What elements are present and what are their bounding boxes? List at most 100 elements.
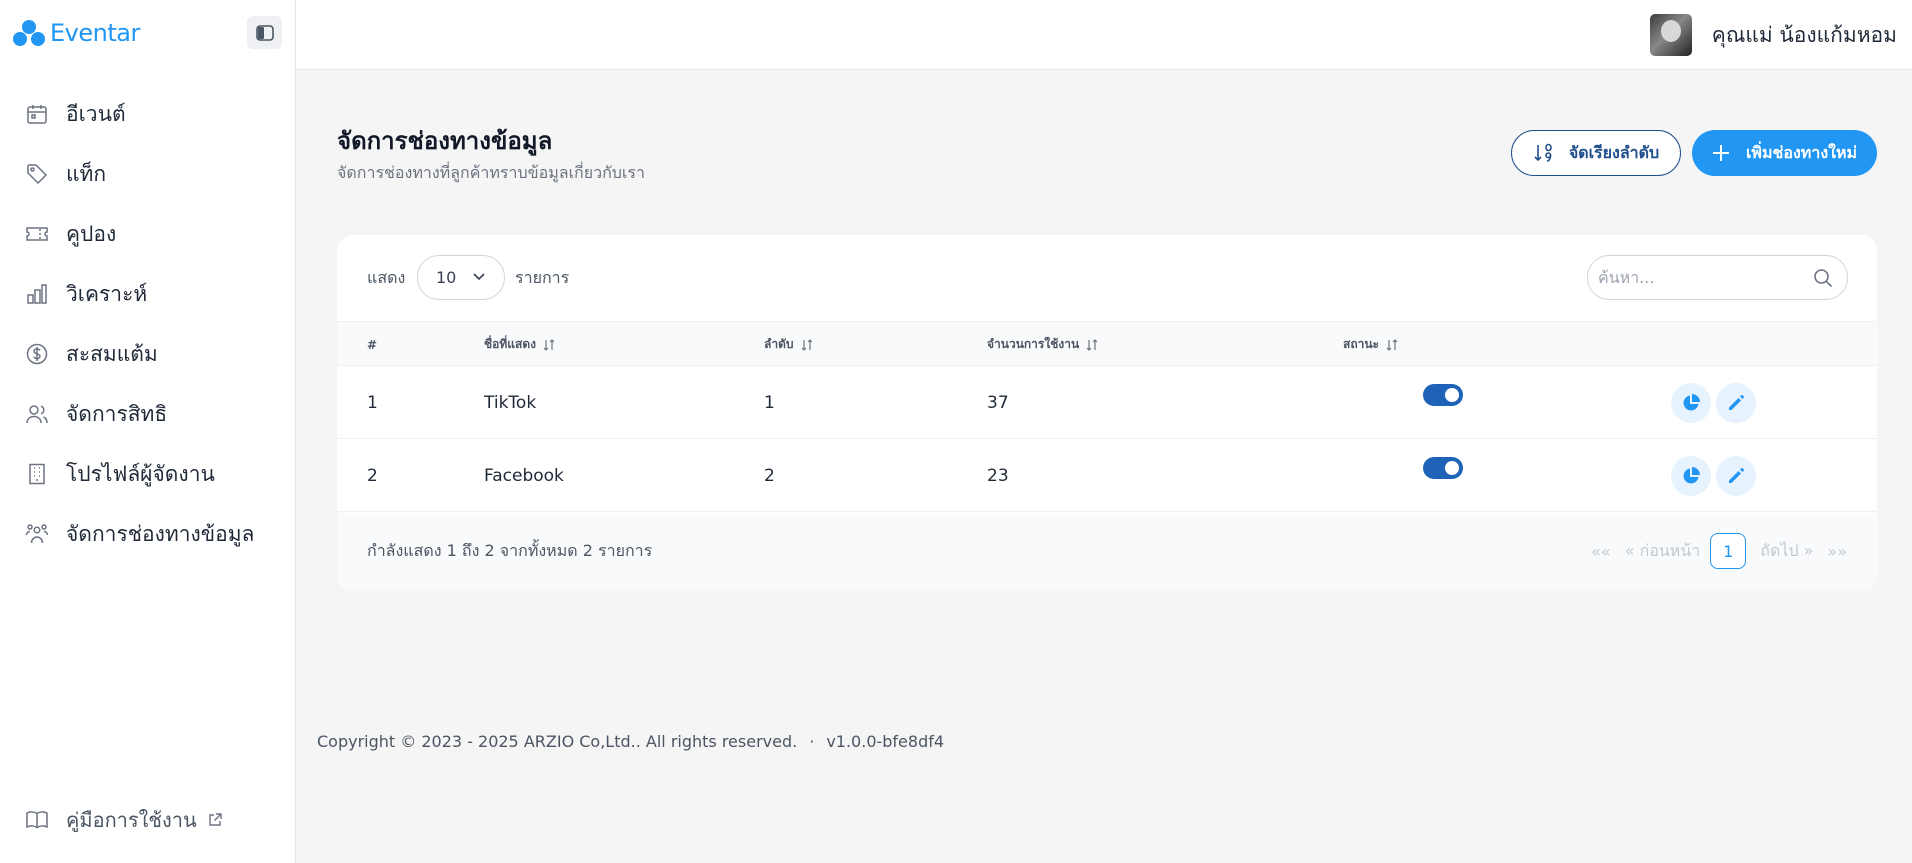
sort-icon [1386,338,1398,351]
dollar-icon [24,341,50,367]
version-text: v1.0.0-bfe8df4 [826,732,945,751]
sort-icon [1086,338,1098,351]
user-name: คุณแม่ น้องแก้มหอม [1711,22,1897,47]
edit-button[interactable] [1716,456,1756,496]
page-size-select[interactable]: 10 [417,255,505,300]
items-label: รายการ [515,268,570,287]
sidebar: Eventar อีเวนต์ แท็ก คูปอง วิเคราะห์ สะส… [0,0,296,863]
pencil-icon [1729,395,1744,410]
current-page-button[interactable]: 1 [1710,533,1747,569]
previous-page-button[interactable]: « ก่อนหน้า [1625,539,1701,564]
brand-logo[interactable]: Eventar [12,16,140,50]
sidebar-item-label: จัดการช่องทางข้อมูล [66,521,255,546]
status-toggle[interactable] [1423,384,1463,406]
pagination: «« « ก่อนหน้า 1 ถัดไป » »» [1577,533,1847,569]
row-display-name: Facebook [484,465,564,486]
user-guide-link[interactable]: คู่มือการใช้งาน [24,804,223,836]
row-display-name: TikTok [484,392,537,413]
page-footer: Copyright © 2023 - 2025 ARZIO Co,Ltd.. A… [317,731,944,753]
group-icon [24,521,50,547]
plus-icon [1712,145,1729,161]
top-bar: คุณแม่ น้องแก้มหอม [296,0,1912,70]
row-number: 1 [367,392,378,413]
channels-table-card: แสดง 10 รายการ # ชื่อที่แสดง ลำดับ จำนวน… [337,235,1877,591]
column-label: จำนวนการใช้งาน [987,337,1080,351]
sort-icon [543,338,555,351]
table-row: 2 Facebook 2 23 [337,439,1877,512]
sidebar-item-label: อีเวนต์ [66,101,126,126]
row-usage-count: 37 [987,392,1009,413]
stats-button[interactable] [1671,456,1711,496]
sidebar-item-points[interactable]: สะสมแต้ม [0,324,296,384]
sort-icon [801,338,812,351]
calendar-icon [24,101,50,127]
panel-icon [255,24,274,41]
sidebar-item-label: จัดการสิทธิ [66,401,168,426]
pie-chart-icon [1683,394,1700,411]
search-input[interactable] [1598,256,1798,299]
column-header-usage-count[interactable]: จำนวนการใช้งาน [987,322,1099,367]
page-subtitle: จัดการช่องทางที่ลูกค้าทราบข้อมูลเกี่ยวกั… [337,163,645,182]
pie-chart-icon [1683,467,1700,484]
stats-button[interactable] [1671,383,1711,423]
sort-numeric-icon [1534,143,1552,162]
table-row: 1 TikTok 1 37 [337,366,1877,439]
sidebar-item-label: โปรไฟล์ผู้จัดงาน [66,461,215,486]
sidebar-item-tags[interactable]: แท็ก [0,144,296,204]
sidebar-item-label: คูปอง [66,221,117,246]
page-size-value: 10 [436,268,457,287]
external-link-icon [207,812,223,828]
sidebar-toggle-button[interactable] [247,16,282,49]
sidebar-item-permissions[interactable]: จัดการสิทธิ [0,384,296,444]
table-header: # ชื่อที่แสดง ลำดับ จำนวนการใช้งาน สถานะ [337,321,1877,366]
sidebar-item-label: วิเคราะห์ [66,281,148,306]
column-header-status[interactable]: สถานะ [1343,322,1399,367]
tag-icon [24,161,50,187]
column-header-number: # [367,322,377,367]
chevron-down-icon [473,273,485,281]
pencil-icon [1729,468,1744,483]
sidebar-item-organizer-profile[interactable]: โปรไฟล์ผู้จัดงาน [0,444,296,504]
page-title: จัดการช่องทางข้อมูล [337,127,553,155]
user-menu[interactable]: คุณแม่ น้องแก้มหอม [1649,14,1897,56]
bar-chart-icon [24,281,50,307]
users-icon [24,401,50,427]
footer-separator: · [809,732,815,751]
copyright-text: Copyright © 2023 - 2025 ARZIO Co,Ltd.. A… [317,732,798,751]
row-order: 2 [764,465,775,486]
sort-order-button[interactable]: จัดเรียงลำดับ [1511,130,1681,176]
column-header-display-name[interactable]: ชื่อที่แสดง [484,322,556,367]
sidebar-item-analytics[interactable]: วิเคราะห์ [0,264,296,324]
search-icon[interactable] [1813,268,1833,288]
row-order: 1 [764,392,775,413]
user-guide-label: คู่มือการใช้งาน [66,808,197,832]
add-channel-label: เพิ่มช่องทางใหม่ [1745,142,1858,162]
row-number: 2 [367,465,378,486]
first-page-button[interactable]: «« [1591,542,1611,561]
column-label: ลำดับ [764,337,794,351]
logo-icon [13,20,45,46]
table-footer: กำลังแสดง 1 ถึง 2 จากทั้งหมด 2 รายการ ««… [337,513,1877,591]
sort-order-label: จัดเรียงลำดับ [1568,142,1660,162]
add-channel-button[interactable]: เพิ่มช่องทางใหม่ [1692,130,1877,176]
sidebar-item-label: สะสมแต้ม [66,341,158,366]
column-header-order[interactable]: ลำดับ [764,322,814,367]
sidebar-item-coupons[interactable]: คูปอง [0,204,296,264]
search-box [1587,255,1848,300]
last-page-button[interactable]: »» [1827,542,1847,561]
column-label: ชื่อที่แสดง [484,337,536,351]
book-icon [24,807,50,833]
sidebar-item-events[interactable]: อีเวนต์ [0,84,296,144]
column-label: # [367,337,378,352]
sidebar-nav: อีเวนต์ แท็ก คูปอง วิเคราะห์ สะสมแต้ม จั… [0,84,296,564]
next-page-button[interactable]: ถัดไป » [1760,539,1813,564]
pagination-summary: กำลังแสดง 1 ถึง 2 จากทั้งหมด 2 รายการ [367,541,653,560]
sidebar-item-channels[interactable]: จัดการช่องทางข้อมูล [0,504,296,564]
edit-button[interactable] [1716,383,1756,423]
column-label: สถานะ [1343,337,1379,351]
sidebar-item-label: แท็ก [66,161,107,186]
ticket-icon [24,221,50,247]
avatar[interactable] [1649,14,1692,56]
building-icon [24,461,50,487]
status-toggle[interactable] [1423,457,1463,479]
